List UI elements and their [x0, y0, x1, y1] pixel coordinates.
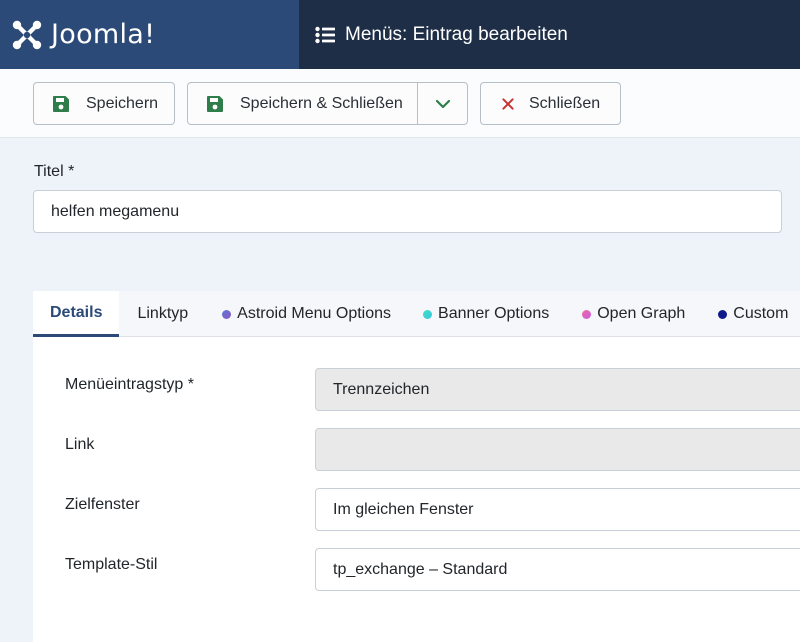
- title-label: Titel *: [34, 163, 75, 180]
- close-button[interactable]: Schließen: [480, 82, 621, 125]
- menu-list-icon: [315, 26, 335, 43]
- save-options-dropdown-toggle[interactable]: [417, 83, 468, 124]
- toolbar: Speichern Speichern & Schließen Schließe…: [0, 69, 800, 138]
- tab-dot-icon: [222, 309, 232, 319]
- close-icon: [502, 97, 514, 110]
- joomla-brand[interactable]: Joomla!: [0, 0, 299, 69]
- title-input[interactable]: [33, 190, 782, 233]
- brand-name: Joomla!: [51, 19, 156, 50]
- tab-details[interactable]: Details: [33, 291, 120, 337]
- template-style-label: Template-Stil: [65, 556, 158, 573]
- link-field[interactable]: [315, 428, 800, 471]
- tab-linktyp[interactable]: Linktyp: [119, 291, 222, 337]
- save-button[interactable]: Speichern: [33, 82, 175, 125]
- save-close-button[interactable]: Speichern & Schließen: [187, 82, 468, 125]
- tab-custom[interactable]: Custom: [718, 291, 788, 337]
- tab-label: Details: [50, 303, 103, 321]
- chevron-down-icon: [435, 99, 450, 108]
- target-window-value: Im gleichen Fenster: [333, 500, 474, 518]
- menu-item-type-value: Trennzeichen: [333, 380, 430, 398]
- menu-item-type-field[interactable]: Trennzeichen: [315, 368, 800, 411]
- tab-open-graph[interactable]: Open Graph: [582, 291, 718, 337]
- save-icon: [53, 95, 69, 112]
- tab-label: Custom: [733, 305, 789, 322]
- save-icon: [207, 95, 223, 112]
- tab-label: Linktyp: [137, 305, 189, 322]
- tab-label: Astroid Menu Options: [237, 305, 392, 322]
- tab-dot-icon: [582, 309, 592, 319]
- tab-label: Open Graph: [597, 305, 686, 322]
- tab-astroid-menu-options[interactable]: Astroid Menu Options: [222, 291, 423, 337]
- tab-bar: Details Linktyp Astroid Menu Options Ban…: [33, 291, 800, 337]
- tab-dot-icon: [718, 309, 728, 319]
- joomla-logo-icon: [12, 20, 42, 49]
- template-style-value: tp_exchange – Standard: [333, 560, 508, 578]
- close-button-label: Schließen: [529, 94, 601, 112]
- menu-item-type-label: Menüeintragstyp *: [65, 376, 194, 393]
- details-panel: Menüeintragstyp * Trennzeichen Link Ziel…: [33, 337, 800, 642]
- target-window-select[interactable]: Im gleichen Fenster: [315, 488, 800, 531]
- save-button-label: Speichern: [86, 94, 159, 112]
- page-title-area: Menüs: Eintrag bearbeiten: [299, 0, 568, 69]
- template-style-select[interactable]: tp_exchange – Standard: [315, 548, 800, 591]
- app-header: Joomla! Menüs: Eintrag bearbeiten: [0, 0, 800, 69]
- save-close-button-label: Speichern & Schließen: [240, 94, 403, 112]
- target-window-label: Zielfenster: [65, 496, 140, 513]
- link-label: Link: [65, 436, 95, 453]
- page-title: Menüs: Eintrag bearbeiten: [345, 23, 568, 45]
- tab-dot-icon: [423, 309, 433, 319]
- tab-label: Banner Options: [438, 305, 550, 322]
- tab-banner-options[interactable]: Banner Options: [423, 291, 582, 337]
